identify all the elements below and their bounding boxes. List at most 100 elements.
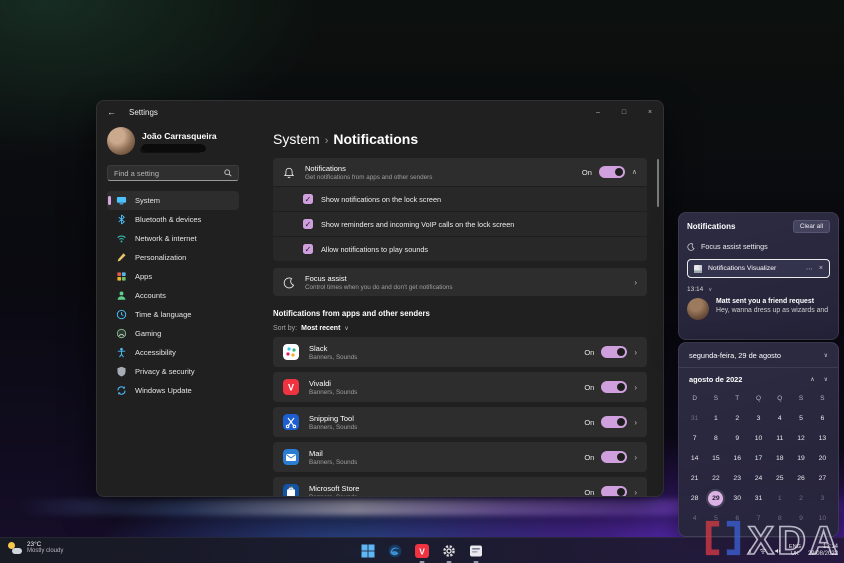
focus-assist-card[interactable]: Focus assist Control times when you do a…: [273, 268, 647, 296]
checkbox-row-2[interactable]: ✓Allow notifications to play sounds: [273, 236, 647, 261]
settings-taskbar-button[interactable]: [441, 543, 457, 559]
calendar-day-26[interactable]: 26: [790, 468, 811, 488]
user-profile[interactable]: João Carrasqueira: [107, 127, 239, 155]
checkbox-row-0[interactable]: ✓Show notifications on the lock screen: [273, 186, 647, 211]
calendar-day-27[interactable]: 27: [812, 468, 833, 488]
collapse-chevron-icon[interactable]: ∧: [632, 168, 637, 176]
calendar-prev-month-icon[interactable]: ∧: [810, 376, 814, 383]
calendar-day-4[interactable]: 4: [769, 408, 790, 428]
calendar-day-28[interactable]: 28: [684, 488, 705, 508]
sidebar-item-system[interactable]: System: [107, 191, 239, 210]
calendar-day-8[interactable]: 8: [705, 428, 726, 448]
app-row-vivaldi[interactable]: VVivaldiBanners, SoundsOn›: [273, 372, 647, 402]
calendar-day-30[interactable]: 30: [727, 488, 748, 508]
calendar-day-15[interactable]: 15: [705, 448, 726, 468]
breadcrumb-parent[interactable]: System: [273, 131, 320, 147]
search-input[interactable]: [114, 169, 224, 178]
sidebar-item-bluetooth[interactable]: Bluetooth & devices: [107, 210, 239, 229]
calendar-day-18[interactable]: 18: [769, 448, 790, 468]
app-row-mail[interactable]: MailBanners, SoundsOn›: [273, 442, 647, 472]
notification-timestamp[interactable]: 13:14 ∨: [687, 286, 830, 293]
calendar-day-24[interactable]: 24: [748, 468, 769, 488]
app-row-snipping[interactable]: Snipping ToolBanners, SoundsOn›: [273, 407, 647, 437]
minimize-button[interactable]: –: [585, 101, 611, 123]
calendar-collapse-icon[interactable]: ∨: [824, 352, 828, 359]
store-toggle[interactable]: [601, 486, 627, 497]
calendar-day-1[interactable]: 1: [705, 408, 726, 428]
calendar-day-10[interactable]: 10: [812, 508, 833, 528]
maximize-button[interactable]: □: [611, 101, 637, 123]
calendar-day-25[interactable]: 25: [769, 468, 790, 488]
calendar-day-7[interactable]: 7: [748, 508, 769, 528]
calendar-day-6[interactable]: 6: [727, 508, 748, 528]
calendar-day-3[interactable]: 3: [748, 408, 769, 428]
app-row-slack[interactable]: SlackBanners, SoundsOn›: [273, 337, 647, 367]
more-options-icon[interactable]: ⋯: [806, 265, 813, 273]
sidebar-item-network[interactable]: Network & internet: [107, 229, 239, 248]
snipping-toggle[interactable]: [601, 416, 627, 428]
calendar-day-20[interactable]: 20: [812, 448, 833, 468]
scrollbar-thumb[interactable]: [657, 159, 659, 207]
calendar-day-6[interactable]: 6: [812, 408, 833, 428]
calendar-day-19[interactable]: 19: [790, 448, 811, 468]
notification-group-header[interactable]: Notifications Visualizer ⋯ ×: [687, 259, 830, 278]
vivaldi-taskbar-button[interactable]: V: [414, 543, 430, 559]
close-button[interactable]: ×: [637, 101, 663, 123]
calendar-day-29-selected[interactable]: 29: [705, 488, 726, 508]
calendar-day-16[interactable]: 16: [727, 448, 748, 468]
sidebar-item-privacy[interactable]: Privacy & security: [107, 362, 239, 381]
calendar-day-8[interactable]: 8: [769, 508, 790, 528]
calendar-day-10[interactable]: 10: [748, 428, 769, 448]
show-hidden-icons-chevron[interactable]: ∧: [747, 548, 751, 555]
visualizer-taskbar-button[interactable]: [468, 543, 484, 559]
calendar-day-14[interactable]: 14: [684, 448, 705, 468]
clear-all-button[interactable]: Clear all: [793, 220, 830, 233]
start-taskbar-button[interactable]: [360, 543, 376, 559]
calendar-day-11[interactable]: 11: [769, 428, 790, 448]
language-indicator[interactable]: ENG UK: [789, 544, 801, 557]
slack-toggle[interactable]: [601, 346, 627, 358]
calendar-day-23[interactable]: 23: [727, 468, 748, 488]
sidebar-item-accessibility[interactable]: Accessibility: [107, 343, 239, 362]
notifications-master-card[interactable]: Notifications Get notifications from app…: [273, 158, 647, 186]
checkbox-row-1[interactable]: ✓Show reminders and incoming VoIP calls …: [273, 211, 647, 236]
dismiss-icon[interactable]: ×: [819, 265, 823, 272]
calendar-day-4[interactable]: 4: [684, 508, 705, 528]
calendar-next-month-icon[interactable]: ∨: [824, 376, 828, 383]
vivaldi-toggle[interactable]: [601, 381, 627, 393]
edge-taskbar-button[interactable]: [387, 543, 403, 559]
calendar-day-5[interactable]: 5: [705, 508, 726, 528]
volume-icon[interactable]: [774, 547, 782, 555]
calendar-day-5[interactable]: 5: [790, 408, 811, 428]
calendar-day-2[interactable]: 2: [790, 488, 811, 508]
calendar-day-17[interactable]: 17: [748, 448, 769, 468]
wifi-icon[interactable]: [759, 547, 767, 555]
calendar-day-3[interactable]: 3: [812, 488, 833, 508]
weather-widget[interactable]: 23°C Mostly cloudy: [8, 541, 63, 554]
sidebar-item-update[interactable]: Windows Update: [107, 381, 239, 400]
clock-widget[interactable]: 13:14 29/08/2022: [808, 544, 838, 559]
app-row-store[interactable]: Microsoft StoreBanners, SoundsOn›: [273, 477, 647, 497]
calendar-day-13[interactable]: 13: [812, 428, 833, 448]
master-toggle[interactable]: [599, 166, 625, 178]
back-icon[interactable]: ←: [107, 107, 123, 117]
sidebar-item-time[interactable]: Time & language: [107, 305, 239, 324]
search-box[interactable]: [107, 165, 239, 181]
mail-toggle[interactable]: [601, 451, 627, 463]
sidebar-item-gaming[interactable]: Gaming: [107, 324, 239, 343]
sidebar-item-apps[interactable]: Apps: [107, 267, 239, 286]
calendar-day-9[interactable]: 9: [790, 508, 811, 528]
checkbox-checked-icon[interactable]: ✓: [303, 219, 313, 229]
calendar-day-9[interactable]: 9: [727, 428, 748, 448]
calendar-day-21[interactable]: 21: [684, 468, 705, 488]
sidebar-item-accounts[interactable]: Accounts: [107, 286, 239, 305]
calendar-day-2[interactable]: 2: [727, 408, 748, 428]
calendar-day-7[interactable]: 7: [684, 428, 705, 448]
calendar-day-22[interactable]: 22: [705, 468, 726, 488]
calendar-day-12[interactable]: 12: [790, 428, 811, 448]
checkbox-checked-icon[interactable]: ✓: [303, 194, 313, 204]
sidebar-item-personalization[interactable]: Personalization: [107, 248, 239, 267]
calendar-day-31[interactable]: 31: [748, 488, 769, 508]
calendar-day-31[interactable]: 31: [684, 408, 705, 428]
checkbox-checked-icon[interactable]: ✓: [303, 244, 313, 254]
